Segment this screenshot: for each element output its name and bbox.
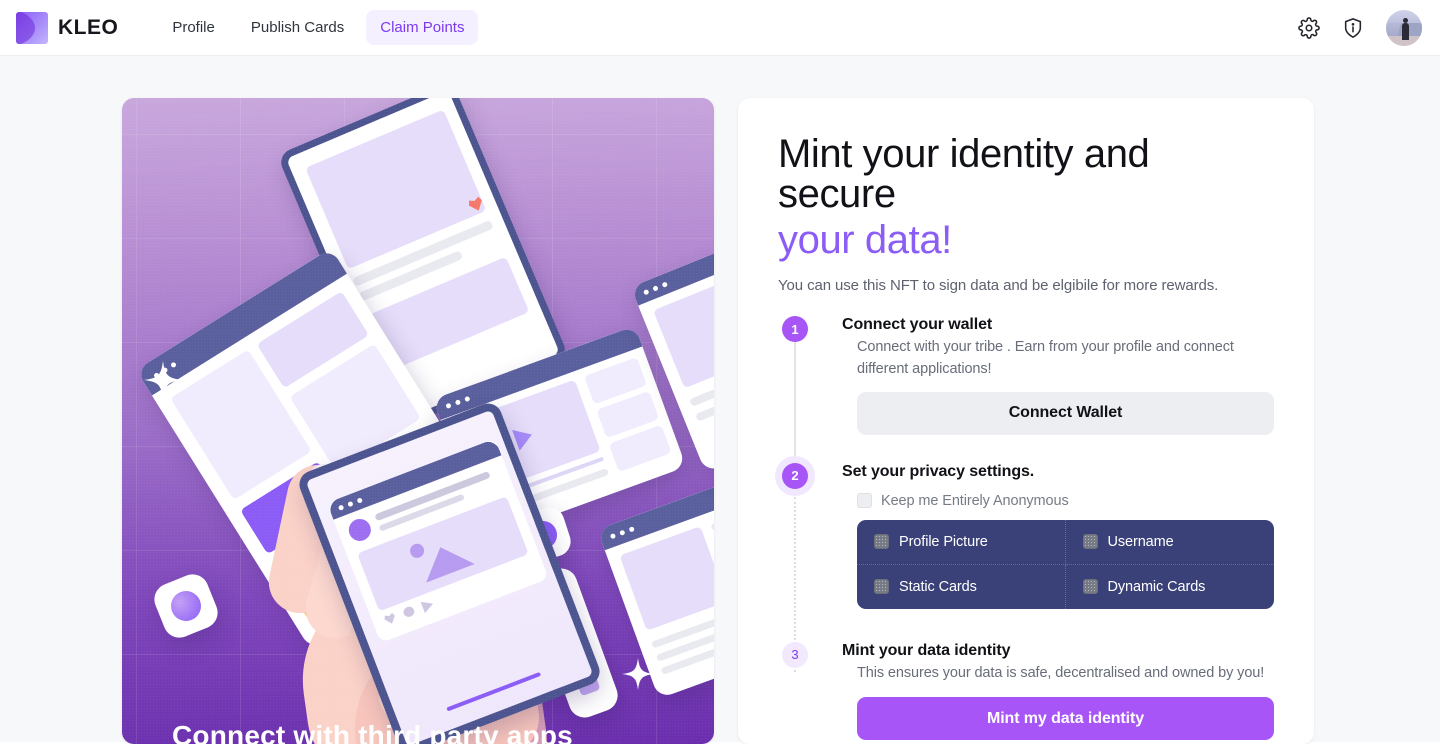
- keep-anonymous-label: Keep me Entirely Anonymous: [881, 492, 1069, 509]
- privacy-checkbox[interactable]: [1082, 579, 1098, 595]
- user-avatar[interactable]: [1386, 9, 1422, 46]
- mint-data-identity-button[interactable]: Mint my data identity: [857, 697, 1274, 741]
- step-3: 3 Mint your data identity This ensures y…: [778, 641, 1274, 744]
- step-2-body: Set your privacy settings. Keep me Entir…: [842, 463, 1274, 613]
- privacy-option-dynamic-cards[interactable]: Dynamic Cards: [1066, 565, 1275, 609]
- step-3-title: Mint your data identity: [842, 641, 1011, 659]
- steps-list: 1 Connect your wallet Connect with your …: [778, 316, 1274, 744]
- headline-line-2: your data!: [778, 218, 952, 262]
- step-3-badge: 3: [782, 641, 808, 668]
- privacy-option-profile-picture[interactable]: Profile Picture: [857, 519, 1066, 565]
- connect-wallet-button[interactable]: Connect Wallet: [857, 391, 1274, 435]
- gear-icon[interactable]: [1298, 16, 1320, 39]
- privacy-option-label: Static Cards: [899, 578, 977, 595]
- privacy-checkbox[interactable]: [1082, 534, 1098, 550]
- privacy-option-username[interactable]: Username: [1065, 520, 1274, 565]
- privacy-option-label: Username: [1107, 533, 1174, 550]
- illustration-noise: [122, 98, 714, 744]
- brand-name: KLEO: [58, 15, 119, 39]
- privacy-options-grid: Profile Picture Username Static Cards Dy…: [857, 519, 1275, 609]
- step-3-body: Mint your data identity This ensures you…: [842, 642, 1274, 744]
- privacy-option-label: Profile Picture: [899, 533, 988, 550]
- step-2-badge-col: 2: [778, 462, 842, 672]
- step-2: 2 Set your privacy settings. Keep me Ent…: [778, 462, 1274, 672]
- privacy-option-static-cards[interactable]: Static Cards: [857, 564, 1066, 609]
- content-row: S 🛒: [122, 98, 1314, 744]
- illustration-card: S 🛒: [122, 98, 714, 744]
- illustration-caption: Connect with third party apps: [172, 720, 573, 744]
- step-3-description: This ensures your data is safe, decentra…: [857, 664, 1265, 681]
- step-3-badge-col: 3: [778, 641, 842, 744]
- page-body: S 🛒: [0, 56, 1440, 744]
- privacy-option-label: Dynamic Cards: [1107, 578, 1206, 595]
- kleo-logo-icon: [16, 11, 48, 44]
- nav-links: Profile Publish Cards Claim Points: [158, 10, 479, 45]
- page-subtitle: You can use this NFT to sign data and be…: [778, 277, 1219, 294]
- keep-anonymous-checkbox[interactable]: [857, 493, 872, 509]
- nav-right-actions: [1298, 9, 1422, 46]
- step-1-badge: 1: [782, 316, 808, 342]
- step-2-badge: 2: [782, 462, 808, 489]
- mint-panel: Mint your identity and secure your data!…: [738, 98, 1314, 744]
- avatar-person: [1401, 17, 1409, 40]
- step-1-body: Connect your wallet Connect with your tr…: [842, 316, 1274, 439]
- shield-info-icon[interactable]: [1342, 17, 1364, 39]
- step-1-badge-col: 1: [778, 316, 842, 492]
- privacy-checkbox[interactable]: [874, 534, 889, 550]
- top-navbar: KLEO Profile Publish Cards Claim Points: [0, 0, 1440, 56]
- page-title: Mint your identity and secure your data!: [778, 134, 1274, 260]
- nav-link-claim-points[interactable]: Claim Points: [366, 10, 479, 45]
- step-1: 1 Connect your wallet Connect with your …: [778, 316, 1274, 492]
- nav-link-profile[interactable]: Profile: [158, 10, 229, 45]
- step-2-title: Set your privacy settings.: [842, 462, 1035, 480]
- nav-link-publish-cards[interactable]: Publish Cards: [237, 10, 358, 45]
- anonymous-row[interactable]: Keep me Entirely Anonymous: [857, 493, 1274, 509]
- headline-line-1: Mint your identity and secure: [778, 132, 1150, 216]
- brand-logo[interactable]: KLEO: [16, 11, 119, 44]
- step-1-description: Connect with your tribe . Earn from your…: [857, 339, 1234, 378]
- privacy-checkbox[interactable]: [874, 579, 889, 595]
- step-1-title: Connect your wallet: [842, 316, 993, 333]
